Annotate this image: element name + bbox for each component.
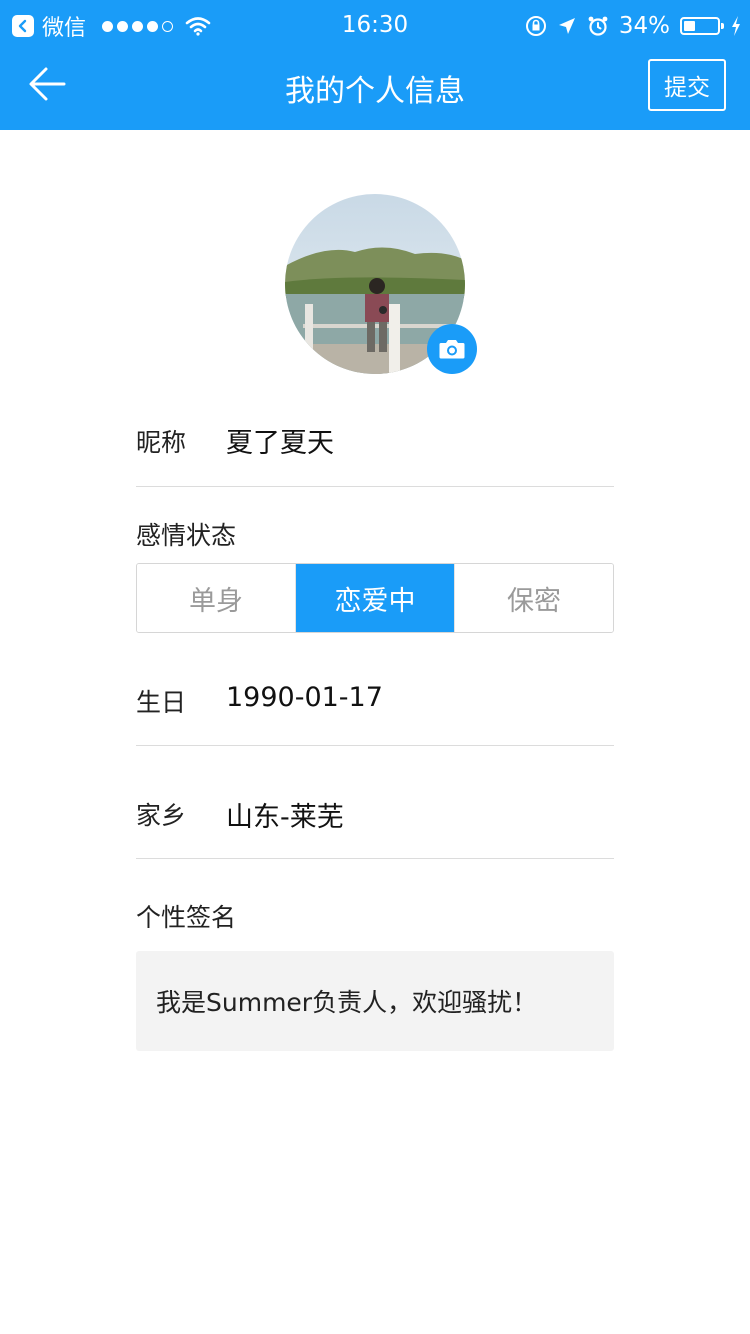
nav-bar: 我的个人信息 提交 (0, 52, 750, 130)
divider (136, 745, 614, 746)
camera-icon (439, 340, 465, 359)
hometown-field[interactable]: 山东-莱芜 (226, 795, 344, 834)
charging-bolt-icon (732, 16, 740, 36)
avatar-container[interactable] (285, 194, 477, 374)
relationship-option-in-love[interactable]: 恋爱中 (296, 564, 455, 632)
hometown-label: 家乡 (136, 801, 187, 830)
divider (136, 486, 614, 487)
relationship-option-private[interactable]: 保密 (455, 564, 613, 632)
page-title: 我的个人信息 (285, 74, 465, 109)
status-bar: 微信 16:30 34% (0, 0, 750, 52)
relationship-label: 感情状态 (136, 521, 237, 550)
status-right: 34% (525, 10, 742, 42)
relationship-segmented-control[interactable]: 单身 恋爱中 保密 (136, 563, 614, 633)
signature-text: 我是Summer负责人，欢迎骚扰！ (156, 988, 538, 1017)
alarm-icon (588, 16, 608, 36)
submit-button[interactable]: 提交 (648, 59, 726, 111)
battery-percent: 34% (618, 13, 670, 39)
rotation-lock-icon (525, 16, 546, 36)
nickname-label: 昵称 (136, 428, 187, 457)
location-arrow-icon (558, 18, 575, 34)
nickname-field[interactable]: 夏了夏天 (226, 421, 334, 460)
top-bar: 微信 16:30 34% 我的个人信息 提交 (0, 0, 750, 130)
signature-field[interactable]: 我是Summer负责人，欢迎骚扰！ (136, 951, 614, 1051)
change-avatar-button[interactable] (427, 324, 477, 374)
battery-icon (680, 17, 724, 35)
divider (136, 858, 614, 859)
signature-label: 个性签名 (136, 903, 237, 932)
relationship-option-single[interactable]: 单身 (137, 564, 296, 632)
birthday-field[interactable]: 1990-01-17 (226, 682, 383, 713)
birthday-label: 生日 (136, 688, 187, 717)
